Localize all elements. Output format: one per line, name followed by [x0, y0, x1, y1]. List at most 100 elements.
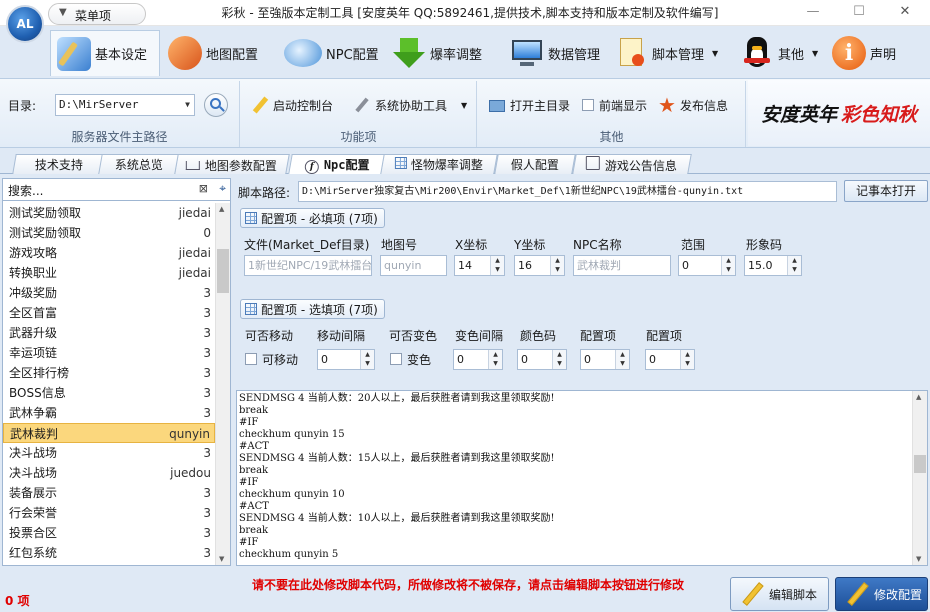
file-input[interactable]: 1新世纪NPC/19武林擂台	[244, 255, 372, 276]
list-item[interactable]: 全区排行榜 3	[3, 363, 215, 383]
colorable-checkbox[interactable]: 变色	[390, 348, 431, 370]
front-display-checkbox[interactable]: 前端显示	[582, 94, 647, 116]
script-scrollbar[interactable]: ▲ ▼	[912, 391, 927, 565]
list-item[interactable]: 行会荣誉 3	[3, 503, 215, 523]
list-item[interactable]: 转换职业 jiedai	[3, 263, 215, 283]
tab-basic-settings[interactable]: 基本设定	[50, 30, 160, 76]
spin-arrows-icon[interactable]: ▲ ▼	[680, 350, 694, 369]
app-logo[interactable]: AL	[6, 5, 44, 43]
tab-label: 系统总览	[114, 158, 163, 172]
search-input[interactable]: 搜索... ⊠ ⌖	[3, 179, 230, 201]
color-code-stepper[interactable]: 0 ▲ ▼	[517, 349, 567, 370]
tab-data-management[interactable]: 数据管理	[510, 30, 610, 76]
y-stepper[interactable]: 16 ▲ ▼	[514, 255, 565, 276]
clear-filter-icon[interactable]: ⊠	[199, 182, 208, 195]
list-item-value: jiedai	[178, 266, 211, 280]
tab-tech-support[interactable]: 技术支持	[12, 154, 106, 174]
npc-name-label: NPC名称	[573, 238, 622, 252]
list-item[interactable]: 装备展示 3	[3, 483, 215, 503]
penguin-icon	[740, 36, 774, 70]
config-item-stepper-2[interactable]: 0 ▲ ▼	[645, 349, 695, 370]
list-item[interactable]: 投票合区 3	[3, 523, 215, 543]
tab-statement[interactable]: i 声明	[832, 30, 922, 76]
spin-arrows-icon[interactable]: ▲ ▼	[488, 350, 502, 369]
modify-config-button[interactable]: 修改配置	[835, 577, 928, 611]
spin-arrows-icon[interactable]: ▲ ▼	[615, 350, 629, 369]
list-item[interactable]: 测试奖励领取 jiedai	[3, 203, 215, 223]
list-item[interactable]: 决斗战场 3	[3, 443, 215, 463]
start-console-button[interactable]: 启动控制台	[251, 94, 333, 116]
tab-fake-player[interactable]: 假人配置	[494, 154, 576, 174]
tab-system-overview[interactable]: 系统总览	[98, 154, 180, 174]
tab-monster-drop[interactable]: 怪物爆率调整	[380, 154, 498, 174]
dir-combobox[interactable]: D:\MirServer ▼	[55, 94, 195, 116]
chevron-down-icon: ▼	[185, 100, 190, 109]
script-path-input[interactable]: D:\MirServer独家复古\Mir200\Envir\Market_Def…	[298, 181, 837, 202]
shape-value: 15.0	[748, 259, 773, 272]
list-scrollbar[interactable]: ▲ ▼	[215, 203, 230, 565]
script-line: #ACT	[239, 501, 269, 512]
color-code-label: 颜色码	[520, 329, 557, 343]
list-item[interactable]: 全区首富 3	[3, 303, 215, 323]
config-item-stepper-1[interactable]: 0 ▲ ▼	[580, 349, 630, 370]
movable-checkbox[interactable]: 可移动	[245, 348, 298, 370]
shape-stepper[interactable]: 15.0 ▲ ▼	[744, 255, 802, 276]
tab-label: 基本设定	[95, 48, 148, 63]
tab-npc-config-doc[interactable]: f Npc配置	[288, 154, 386, 174]
wrench-icon	[353, 96, 371, 114]
range-stepper[interactable]: 0 ▲ ▼	[678, 255, 736, 276]
list-item[interactable]: 武器升级 3	[3, 323, 215, 343]
close-button[interactable]: ✕	[892, 2, 918, 22]
list-item[interactable]: BOSS信息 3	[3, 383, 215, 403]
list-item[interactable]: 测试奖励领取 0	[3, 223, 215, 243]
list-item[interactable]: 红包系统 3	[3, 543, 215, 563]
script-viewer[interactable]: SENDMSG 4 当前人数：20人以上，最后获胜者请到我这里领取奖励! brea…	[236, 390, 928, 566]
npc-name-input[interactable]: 武林裁判	[573, 255, 671, 276]
list-item-value: 3	[203, 286, 211, 300]
script-line: SENDMSG 4 当前人数：10人以上，最后获胜者请到我这里领取奖励!	[239, 513, 555, 524]
move-interval-stepper[interactable]: 0 ▲ ▼	[317, 349, 375, 370]
color-interval-stepper[interactable]: 0 ▲ ▼	[453, 349, 503, 370]
spin-arrows-icon[interactable]: ▲ ▼	[787, 256, 801, 275]
list-item[interactable]: 游戏攻略 jiedai	[3, 243, 215, 263]
list-item[interactable]: 冲级奖励 3	[3, 283, 215, 303]
spin-arrows-icon[interactable]: ▲ ▼	[721, 256, 735, 275]
spin-arrows-icon[interactable]: ▲ ▼	[552, 350, 566, 369]
y-value: 16	[518, 259, 532, 272]
tab-map-params[interactable]: 地图参数配置	[174, 154, 290, 174]
tab-other[interactable]: 其他 ▼	[740, 30, 830, 76]
list-item-name: 武器升级	[9, 326, 58, 340]
binoculars-icon[interactable]: ⌖	[219, 181, 226, 196]
list-item[interactable]: 决斗战场 juedou	[3, 463, 215, 483]
group-other: 打开主目录 前端显示 ★ 发布信息 其他	[478, 81, 746, 147]
maximize-button[interactable]: ☐	[846, 2, 872, 22]
spin-arrows-icon[interactable]: ▲ ▼	[490, 256, 504, 275]
publish-info-button[interactable]: ★ 发布信息	[658, 94, 728, 116]
spin-arrows-icon[interactable]: ▲ ▼	[550, 256, 564, 275]
list-item[interactable]: 武林争霸 3	[3, 403, 215, 423]
item-count: 0 项	[5, 594, 30, 608]
notepad-open-button[interactable]: 记事本打开	[844, 180, 928, 202]
search-icon[interactable]	[204, 93, 228, 117]
map-input[interactable]: qunyin	[380, 255, 447, 276]
list-item[interactable]: 幸运项链 3	[3, 343, 215, 363]
tab-npc-config[interactable]: NPC配置	[284, 30, 379, 76]
colorable-checkbox-label: 变色	[407, 352, 432, 367]
list-item[interactable]: 武林裁判 qunyin	[3, 423, 215, 443]
open-main-dir-button[interactable]: 打开主目录	[488, 94, 570, 116]
menu-button[interactable]: ▼ 菜单项	[48, 3, 146, 25]
tab-map-config[interactable]: 地图配置	[168, 30, 268, 76]
color-interval-label: 变色间隔	[455, 329, 504, 343]
system-tools-button[interactable]: 系统协助工具 ▼	[353, 94, 467, 116]
minimize-button[interactable]: —	[800, 2, 826, 22]
x-stepper[interactable]: 14 ▲ ▼	[454, 255, 505, 276]
tab-game-notice[interactable]: 游戏公告信息	[572, 154, 692, 174]
spin-arrows-icon[interactable]: ▲ ▼	[360, 350, 374, 369]
tab-script-management[interactable]: 脚本管理 ▼	[614, 30, 724, 76]
range-value: 0	[682, 259, 689, 272]
list-item-value: qunyin	[169, 427, 210, 441]
edit-script-button[interactable]: 编辑脚本	[730, 577, 829, 611]
tab-drop-rate[interactable]: 爆率调整	[392, 30, 492, 76]
colorable-label: 可否变色	[389, 329, 438, 343]
doc-tab-bar: 技术支持 系统总览 地图参数配置 f Npc配置 怪物爆率调整 假人配置 游戏公告…	[0, 150, 930, 174]
